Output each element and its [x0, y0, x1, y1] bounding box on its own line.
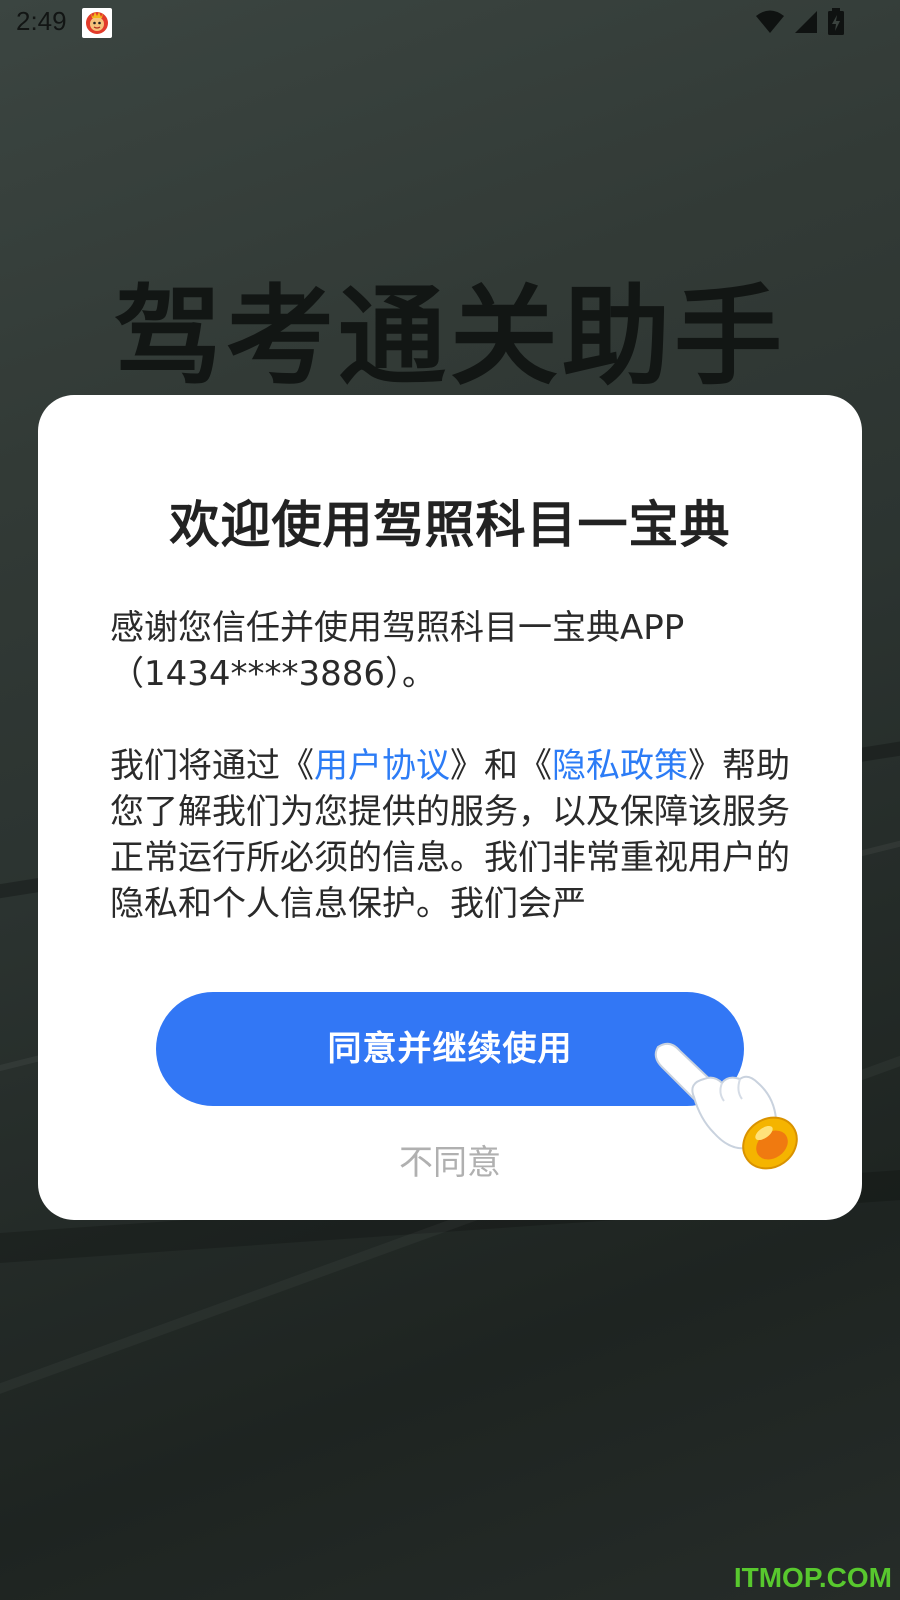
intro-paragraph: 感谢您信任并使用驾照科目一宝典APP （1434****3886）。	[110, 605, 800, 697]
screen: 2:49 驾考通关助手 欢迎使用驾照科目一宝典 感谢您信任并使用驾照科目一宝典A…	[0, 0, 900, 1600]
watermark: ITMOP.COM	[733, 1562, 892, 1593]
background-app-title: 驾考通关助手	[113, 275, 786, 400]
signal-icon	[793, 9, 819, 39]
status-bar: 2:49	[0, 0, 900, 48]
privacy-policy-link[interactable]: 隐私政策	[552, 746, 688, 786]
privacy-dialog: 欢迎使用驾照科目一宝典 感谢您信任并使用驾照科目一宝典APP （1434****…	[38, 395, 862, 1220]
intro-line-1: 感谢您信任并使用驾照科目一宝典APP	[110, 608, 685, 648]
status-icons	[755, 8, 845, 40]
dialog-title: 欢迎使用驾照科目一宝典	[169, 496, 731, 554]
agreement-text-pre: 我们将通过《	[110, 746, 314, 786]
user-agreement-link[interactable]: 用户协议	[314, 746, 450, 786]
hand-pointer-icon	[648, 1035, 808, 1175]
dialog-body[interactable]: 感谢您信任并使用驾照科目一宝典APP （1434****3886）。 我们将通过…	[110, 605, 800, 925]
lion-mascot-icon	[82, 8, 112, 38]
battery-charging-icon	[827, 8, 845, 40]
agreement-text-mid: 》和《	[450, 746, 552, 786]
agreement-paragraph: 我们将通过《用户协议》和《隐私政策》帮助您了解我们为您提供的服务，以及保障该服务…	[110, 743, 800, 925]
wifi-icon	[755, 9, 785, 39]
status-time: 2:49	[16, 6, 67, 36]
intro-line-2: （1434****3886）。	[110, 654, 437, 694]
